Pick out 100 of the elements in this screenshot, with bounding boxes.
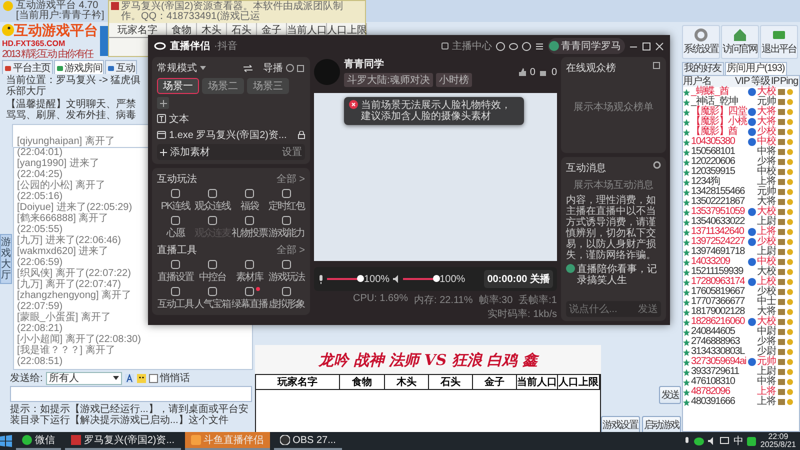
tool-item[interactable]: PK连线 [157, 189, 194, 213]
user-name[interactable]: 2746888963 [691, 337, 748, 347]
user-name[interactable]: 480391666 [691, 397, 748, 407]
user-name[interactable]: 【魔影】四堂 [691, 107, 748, 117]
tool-item[interactable]: 观众连线 [194, 189, 231, 213]
scene-tab[interactable]: 场景二 [202, 78, 244, 94]
account-button[interactable]: 青青同学罗马 [548, 38, 625, 54]
add-scene-button[interactable] [157, 97, 169, 109]
user-name[interactable]: 104305380 [691, 137, 748, 147]
tool-item[interactable]: 福袋 [231, 189, 268, 213]
user-name[interactable]: 13972524227 [691, 237, 748, 247]
mode-selector[interactable]: 常规模式 [157, 61, 197, 75]
tool-item[interactable]: 互动工具 [157, 287, 194, 311]
close-icon[interactable] [655, 42, 664, 50]
tool-icon [282, 189, 291, 198]
scene-tab[interactable]: 场景一 [157, 78, 199, 94]
maximize-icon[interactable] [642, 42, 651, 50]
user-name[interactable]: 18286216060 [691, 317, 748, 327]
user-name[interactable]: 3933729611 [691, 367, 748, 377]
user-name[interactable]: 13974691718 [691, 247, 748, 257]
tool-item[interactable]: 游戏能力 [268, 216, 305, 240]
view-all-link[interactable]: 全部 > [276, 172, 305, 186]
user-name[interactable]: 120220606 [691, 157, 748, 167]
user-name[interactable]: 【魔影】小桃 [691, 117, 748, 127]
avatar [314, 59, 340, 85]
tool-item[interactable]: 人气宝箱 [194, 287, 231, 311]
user-name[interactable]: 3273059694ai [691, 357, 748, 367]
taskbar-item[interactable]: 微信 [16, 432, 61, 450]
tool-item[interactable]: 定时红包 [268, 189, 305, 213]
whisper-checkbox[interactable]: 悄悄话 [148, 371, 190, 385]
user-name[interactable]: 150568101 [691, 147, 748, 157]
nav-tab[interactable]: 互动 [105, 60, 138, 74]
user-name[interactable]: 17605819667 [691, 287, 748, 297]
stop-stream-button[interactable]: 00:00:00 关播 [484, 270, 553, 288]
source-settings-button[interactable]: 设置 [282, 145, 302, 159]
user-name[interactable]: 14033209 [691, 257, 748, 267]
send-button[interactable]: 发送 [659, 386, 681, 404]
user-rank: 元帅 [757, 97, 777, 107]
user-name[interactable]: 13537951059 [691, 207, 748, 217]
tool-item[interactable]: 素材库 [231, 260, 268, 284]
toolbar-button[interactable]: 退出平台 [760, 25, 798, 59]
tool-item[interactable]: 游戏玩法 [268, 260, 305, 284]
popout-icon[interactable] [653, 61, 661, 69]
toolbar-button[interactable]: 访问官网 [721, 25, 759, 59]
user-name[interactable]: 48782096 [691, 387, 748, 397]
director-button[interactable]: 导播 [263, 61, 283, 75]
source-item[interactable]: 文本 [169, 112, 189, 126]
user-name[interactable]: 17280963174 [691, 277, 748, 287]
user-name[interactable]: _蝴蝶_酋 [691, 87, 748, 97]
chat-message: [公园的小松] 离开了(22:05:16) [17, 180, 106, 202]
user-name[interactable]: 240844605 [691, 327, 748, 337]
user-name[interactable]: 13502221867 [691, 197, 748, 207]
menu-icon[interactable] [535, 42, 544, 50]
message-input[interactable] [10, 386, 252, 402]
source-item[interactable]: 1.exe 罗马复兴(帝国2)资... [169, 128, 287, 142]
monitor-icon[interactable] [720, 437, 730, 445]
side-tab[interactable]: 游戏大厅 [0, 234, 12, 284]
font-icon[interactable] [124, 374, 134, 382]
user-name[interactable]: 13711342640 [691, 227, 748, 237]
user-rank: 少将 [757, 337, 777, 347]
creator-center-link[interactable]: 主播中心 [441, 39, 492, 53]
user-name[interactable]: 15211159939 [691, 267, 748, 277]
user-name[interactable]: _神话_乾坤 [691, 97, 748, 107]
app-icon[interactable] [747, 436, 756, 446]
like-icon [518, 68, 526, 76]
smiley-icon[interactable] [136, 374, 146, 382]
taskbar-item[interactable]: 罗马复兴(帝国2)资... [65, 432, 181, 450]
tool-item[interactable]: 绿幕直播 [231, 287, 268, 311]
tool-item[interactable]: 中控台 [194, 260, 231, 284]
taskbar-item[interactable]: OBS 27... [274, 432, 342, 450]
ime-indicator[interactable]: 中 [733, 434, 744, 448]
user-name[interactable]: 120359915 [691, 167, 748, 177]
nav-tab[interactable]: 游戏房间 [54, 60, 104, 74]
user-name[interactable]: 13540633022 [691, 217, 748, 227]
user-name[interactable]: 13428155466 [691, 187, 748, 197]
popout-icon[interactable] [297, 64, 305, 72]
user-name[interactable]: 3134330803L [691, 347, 748, 357]
add-source-button[interactable]: 添加素材 [170, 145, 210, 159]
user-name[interactable]: 18179002128 [691, 307, 748, 317]
clock[interactable]: 22:09 2025/8/21 [760, 433, 796, 449]
scene-tab[interactable]: 场景三 [247, 78, 289, 94]
user-name[interactable]: 476108310 [691, 377, 748, 387]
start-icon[interactable] [0, 435, 12, 447]
speaker-icon[interactable] [392, 275, 400, 283]
user-name[interactable]: 1234狗 [691, 177, 748, 187]
nav-tab[interactable]: 平台主页 [2, 60, 53, 74]
user-name[interactable]: 17707366677 [691, 297, 748, 307]
mic-icon[interactable] [684, 436, 690, 446]
tool-item[interactable]: 礼物投票 [231, 216, 268, 240]
user-name[interactable]: 【魔影】酋 [691, 127, 748, 137]
user-tab[interactable]: 房间用户(193) [724, 62, 787, 75]
tool-item[interactable]: 虚拟形象 [268, 287, 305, 311]
tool-item[interactable]: 心愿 [157, 216, 194, 240]
toolbar-button[interactable]: 系统设置 [682, 25, 720, 59]
view-all-link[interactable]: 全部 > [276, 243, 305, 257]
tool-item[interactable]: 直播设置 [157, 260, 194, 284]
recipient-dropdown[interactable]: 所有人 [46, 372, 122, 384]
user-rank: 少尉 [757, 347, 777, 357]
user-tab[interactable]: 我的好友 [682, 62, 724, 75]
mic-icon[interactable] [318, 274, 324, 284]
